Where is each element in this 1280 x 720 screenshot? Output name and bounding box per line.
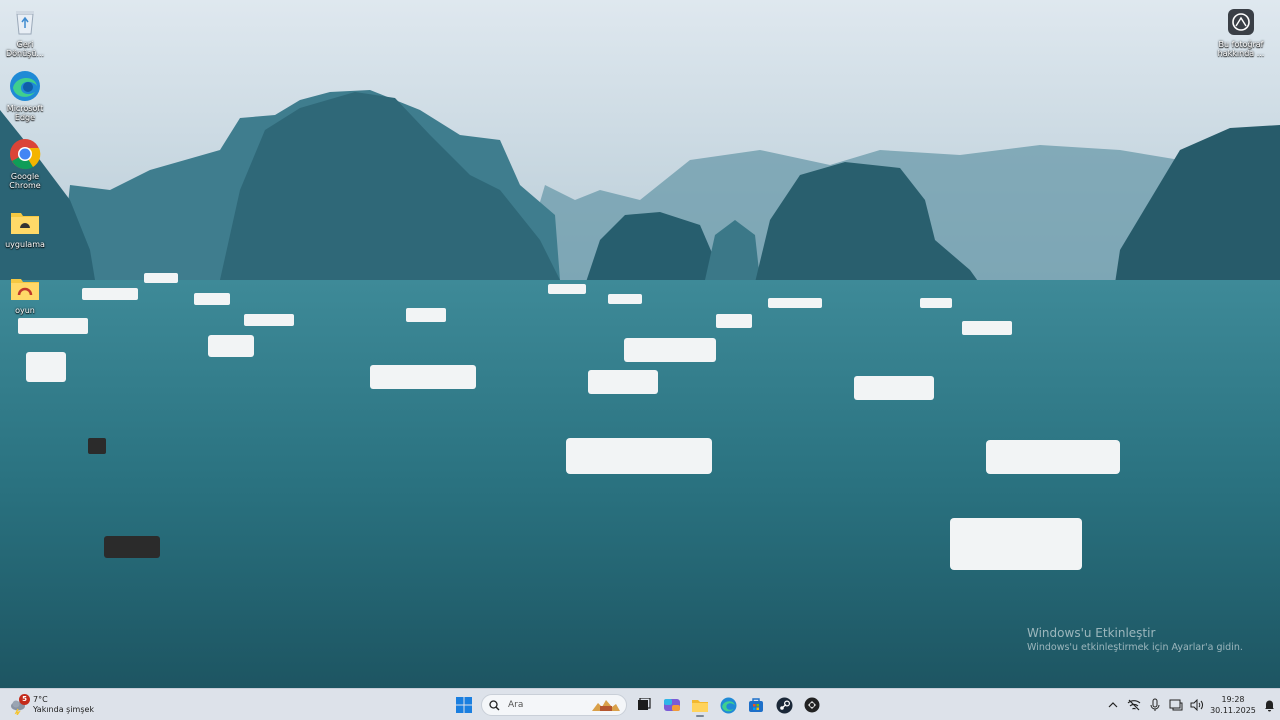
desktop-icon-edge[interactable]: Microsoft Edge [0,70,50,122]
taskbar-center: Ara [450,692,826,718]
notification-badge: 5 [19,694,30,705]
app-icon [804,697,820,713]
search-highlight-icon [592,700,620,711]
clock-time: 19:28 [1221,695,1245,704]
edge-taskbar-button[interactable] [714,692,742,718]
app-button[interactable] [798,692,826,718]
desktop-icon-oyun[interactable]: oyun [0,272,50,315]
chrome-icon [9,138,41,170]
steam-icon [776,697,792,713]
desktop-icon-label: Google Chrome [9,172,41,190]
copilot-button[interactable] [658,692,686,718]
copilot-icon [664,699,680,711]
folder-icon [9,206,41,238]
notification-center-button[interactable] [1259,692,1280,718]
folder-icon [9,272,41,304]
weather-widget[interactable]: 5 7°C Yakında şimşek [8,692,118,718]
search-placeholder: Ara [508,700,524,710]
notification-bell-icon [1265,700,1274,711]
network-button[interactable] [1123,692,1144,718]
desktop-icon-label: Microsoft Edge [6,104,44,122]
weather-temp: 7°C [33,695,48,704]
clock[interactable]: 19:28 30.11.2025 [1207,694,1259,716]
store-button[interactable] [742,692,770,718]
desktop-icon-label: uygulama [5,240,45,249]
camera-icon [1225,6,1257,38]
watermark-subtitle: Windows'u etkinleştirmek için Ayarlar'a … [1027,642,1243,653]
edge-icon [720,697,736,713]
display-button[interactable] [1165,692,1186,718]
weather-storm-icon: 5 [8,694,30,716]
desktop-icon-label: Geri Dönüşü... [5,40,45,58]
file-explorer-button[interactable] [686,692,714,718]
desktop-icon-uygulama[interactable]: uygulama [0,206,50,249]
search-icon [489,699,500,710]
chevron-up-icon [1108,702,1117,708]
clock-date: 30.11.2025 [1210,706,1256,715]
weather-desc: Yakında şimşek [33,705,95,714]
edge-icon [9,70,41,102]
display-icon [1169,699,1182,711]
microphone-button[interactable] [1144,692,1165,718]
desktop-wallpaper [0,0,1280,688]
recycle-bin-icon [9,6,41,38]
store-icon [749,698,763,712]
spotlight-info-icon[interactable]: Bu fotoğraf hakkında ... [1216,6,1266,58]
taskbar-search-box[interactable]: Ara [481,694,627,716]
start-button[interactable] [450,692,478,718]
desktop-icon-chrome[interactable]: Google Chrome [0,138,50,190]
steam-button[interactable] [770,692,798,718]
file-explorer-icon [692,699,708,712]
task-view-icon [638,698,651,710]
desktop-icon-label: oyun [15,306,35,315]
taskbar: 5 7°C Yakında şimşek Ara 19:28 30.11.202… [0,688,1280,720]
desktop-icon-recycle-bin[interactable]: Geri Dönüşü... [0,6,50,58]
network-disconnected-icon [1127,699,1140,711]
system-tray: 19:28 30.11.2025 [1102,692,1280,718]
spotlight-label: Bu fotoğraf hakkında ... [1217,40,1265,58]
speaker-icon [1190,699,1203,711]
watermark-title: Windows'u Etkinleştir [1027,626,1156,640]
activation-watermark: Windows'u Etkinleştir Windows'u etkinleş… [1027,626,1243,655]
volume-button[interactable] [1186,692,1207,718]
task-view-button[interactable] [630,692,658,718]
start-icon [456,697,472,713]
microphone-icon [1150,698,1159,711]
show-hidden-icons-button[interactable] [1102,692,1123,718]
